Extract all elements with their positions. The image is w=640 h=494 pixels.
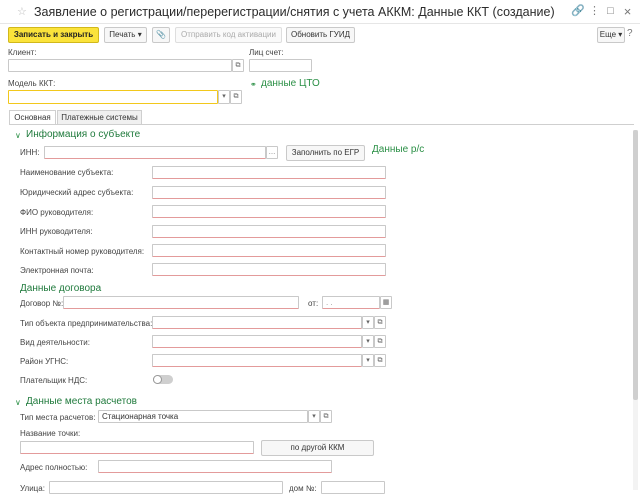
legal-address-label: Юридический адрес субъекта: <box>20 188 134 197</box>
more-button-label: Еще <box>599 30 617 39</box>
cto-link[interactable]: данные ЦТО <box>261 78 320 89</box>
phone-input[interactable] <box>152 244 386 257</box>
model-dropdown-icon[interactable]: ▾ <box>218 90 230 104</box>
chevron-down-icon: ▾ <box>618 30 623 39</box>
phone-label: Контактный номер руководителя: <box>20 247 145 256</box>
client-input[interactable] <box>8 59 232 72</box>
contract-date-input[interactable] <box>322 296 380 309</box>
close-icon[interactable]: × <box>621 5 634 18</box>
biz-type-label: Тип объекта предпринимательства: <box>20 319 153 328</box>
help-icon[interactable]: ? <box>627 28 633 39</box>
biz-type-open-icon[interactable]: ⧉ <box>374 316 386 329</box>
chevron-down-icon[interactable]: ∨ <box>15 131 21 140</box>
activity-dropdown-icon[interactable]: ▾ <box>362 335 374 348</box>
activity-label: Вид деятельности: <box>20 338 90 347</box>
head-name-label: ФИО руководителя: <box>20 208 94 217</box>
more-button[interactable]: Еще ▾ <box>597 27 625 43</box>
calendar-icon[interactable]: ▦ <box>380 296 392 309</box>
model-label: Модель ККТ: <box>8 79 56 88</box>
inn-select-icon[interactable]: … <box>266 146 278 159</box>
full-address-input[interactable] <box>98 460 332 473</box>
subject-section-title: Информация о субъекте <box>26 129 141 140</box>
refresh-guid-button[interactable]: Обновить ГУИД <box>286 27 355 43</box>
title-bar: ☆ Заявление о регистрации/перерегистраци… <box>0 0 640 24</box>
tab-divider <box>9 124 634 125</box>
email-input[interactable] <box>152 263 386 276</box>
district-input[interactable] <box>152 354 362 367</box>
send-activation-button[interactable]: Отправить код активации <box>175 27 282 43</box>
vat-toggle[interactable] <box>153 375 173 384</box>
activity-input[interactable] <box>152 335 362 348</box>
client-label: Клиент: <box>8 48 37 57</box>
contract-date-label: от: <box>308 299 319 308</box>
open-model-icon[interactable]: ⧉ <box>230 90 242 104</box>
tab-main[interactable]: Основная <box>9 110 56 125</box>
account-input[interactable] <box>249 59 312 72</box>
rs-link[interactable]: Данные р/с <box>372 144 424 155</box>
print-button[interactable]: Печать ▾ <box>104 27 147 43</box>
open-client-icon[interactable]: ⧉ <box>232 59 244 72</box>
account-label: Лиц счет: <box>249 48 284 57</box>
tab-payment-systems[interactable]: Платежные системы <box>57 110 142 124</box>
more-vertical-icon[interactable]: ⋮ <box>588 5 601 18</box>
district-open-icon[interactable]: ⧉ <box>374 354 386 367</box>
vat-toggle-knob <box>153 375 162 384</box>
district-dropdown-icon[interactable]: ▾ <box>362 354 374 367</box>
district-label: Район УГНС: <box>20 357 69 366</box>
contract-number-input[interactable] <box>63 296 299 309</box>
place-type-open-icon[interactable]: ⧉ <box>320 410 332 423</box>
house-input[interactable] <box>321 481 385 494</box>
legal-address-input[interactable] <box>152 186 386 199</box>
full-address-label: Адрес полностью: <box>20 463 88 472</box>
place-section-title: Данные места расчетов <box>26 396 137 407</box>
contract-number-label: Договор №: <box>20 299 64 308</box>
inn-input[interactable] <box>44 146 266 159</box>
subject-name-input[interactable] <box>152 166 386 179</box>
house-label: дом №: <box>289 484 317 493</box>
head-inn-input[interactable] <box>152 225 386 238</box>
email-label: Электронная почта: <box>20 266 94 275</box>
point-name-label: Название точки: <box>20 429 81 438</box>
star-icon[interactable]: ☆ <box>17 5 27 18</box>
window-title: Заявление о регистрации/перерегистрации/… <box>34 5 555 19</box>
link-icon[interactable]: 🔗 <box>571 5 585 18</box>
street-input[interactable] <box>49 481 283 494</box>
scrollbar-thumb[interactable] <box>633 130 638 400</box>
chevron-down-icon[interactable]: ∨ <box>15 398 21 407</box>
subject-name-label: Наименование субъекта: <box>20 168 114 177</box>
fill-egr-button[interactable]: Заполнить по ЕГР <box>286 145 365 161</box>
place-type-select[interactable]: Стационарная точка <box>98 410 308 423</box>
paperclip-icon[interactable]: 📎 <box>152 27 170 43</box>
link-icon: ⚭ <box>250 80 257 89</box>
model-input[interactable] <box>8 90 218 104</box>
street-label: Улица: <box>20 484 45 493</box>
print-button-label: Печать <box>109 30 136 39</box>
point-name-input[interactable] <box>20 441 254 454</box>
save-close-button[interactable]: Записать и закрыть <box>8 27 99 43</box>
biz-type-input[interactable] <box>152 316 362 329</box>
head-inn-label: ИНН руководителя: <box>20 227 93 236</box>
contract-section-title: Данные договора <box>20 283 102 294</box>
maximize-icon[interactable]: □ <box>604 5 617 18</box>
place-type-dropdown-icon[interactable]: ▾ <box>308 410 320 423</box>
scrollbar-track[interactable] <box>633 130 638 490</box>
head-name-input[interactable] <box>152 205 386 218</box>
other-kkm-button[interactable]: по другой ККМ <box>261 440 374 456</box>
chevron-down-icon: ▾ <box>137 30 142 39</box>
vat-label: Плательщик НДС: <box>20 376 88 385</box>
activity-open-icon[interactable]: ⧉ <box>374 335 386 348</box>
inn-label: ИНН: <box>20 148 40 157</box>
biz-type-dropdown-icon[interactable]: ▾ <box>362 316 374 329</box>
place-type-label: Тип места расчетов: <box>20 413 96 422</box>
